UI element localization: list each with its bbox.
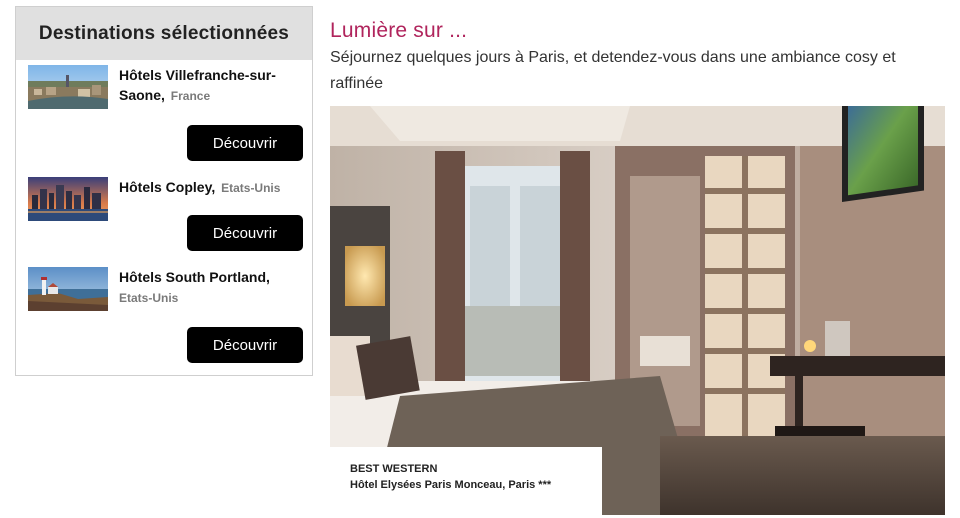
- destination-item-copley: Hôtels Copley, Etats-Unis Découvrir: [28, 177, 308, 277]
- decouvrir-button[interactable]: Découvrir: [187, 215, 303, 251]
- destinations-panel: Destinations sélectionnées Hôtels Villef…: [15, 6, 313, 376]
- destination-item-villefranche: Hôtels Villefranche-sur-Saone, France Dé…: [28, 65, 308, 165]
- caption-brand: BEST WESTERN: [350, 463, 438, 475]
- destination-name[interactable]: Hôtels South Portland,: [119, 269, 270, 285]
- destination-country: Etats-Unis: [119, 291, 179, 305]
- decouvrir-button[interactable]: Découvrir: [187, 327, 303, 363]
- destination-country: France: [170, 89, 211, 103]
- photo-caption: BEST WESTERN Hôtel Elysées Paris Monceau…: [330, 447, 602, 515]
- destination-thumbnail[interactable]: [28, 267, 108, 311]
- featured-title: Lumière sur ...: [330, 19, 468, 42]
- destination-thumbnail[interactable]: [28, 177, 108, 221]
- featured-hotel-photo[interactable]: BEST WESTERN Hôtel Elysées Paris Monceau…: [330, 106, 945, 515]
- destination-name[interactable]: Hôtels Copley,: [119, 179, 215, 195]
- destination-item-south-portland: Hôtels South Portland, Etats-Unis Découv…: [28, 267, 308, 367]
- panel-title: Destinations sélectionnées: [16, 7, 312, 60]
- destination-country: Etats-Unis: [221, 181, 281, 195]
- caption-hotel-name[interactable]: Hôtel Elysées Paris Monceau, Paris ***: [350, 477, 582, 493]
- featured-description: Séjournez quelques jours à Paris, et det…: [330, 49, 896, 92]
- decouvrir-button[interactable]: Découvrir: [187, 125, 303, 161]
- destination-thumbnail[interactable]: [28, 65, 108, 109]
